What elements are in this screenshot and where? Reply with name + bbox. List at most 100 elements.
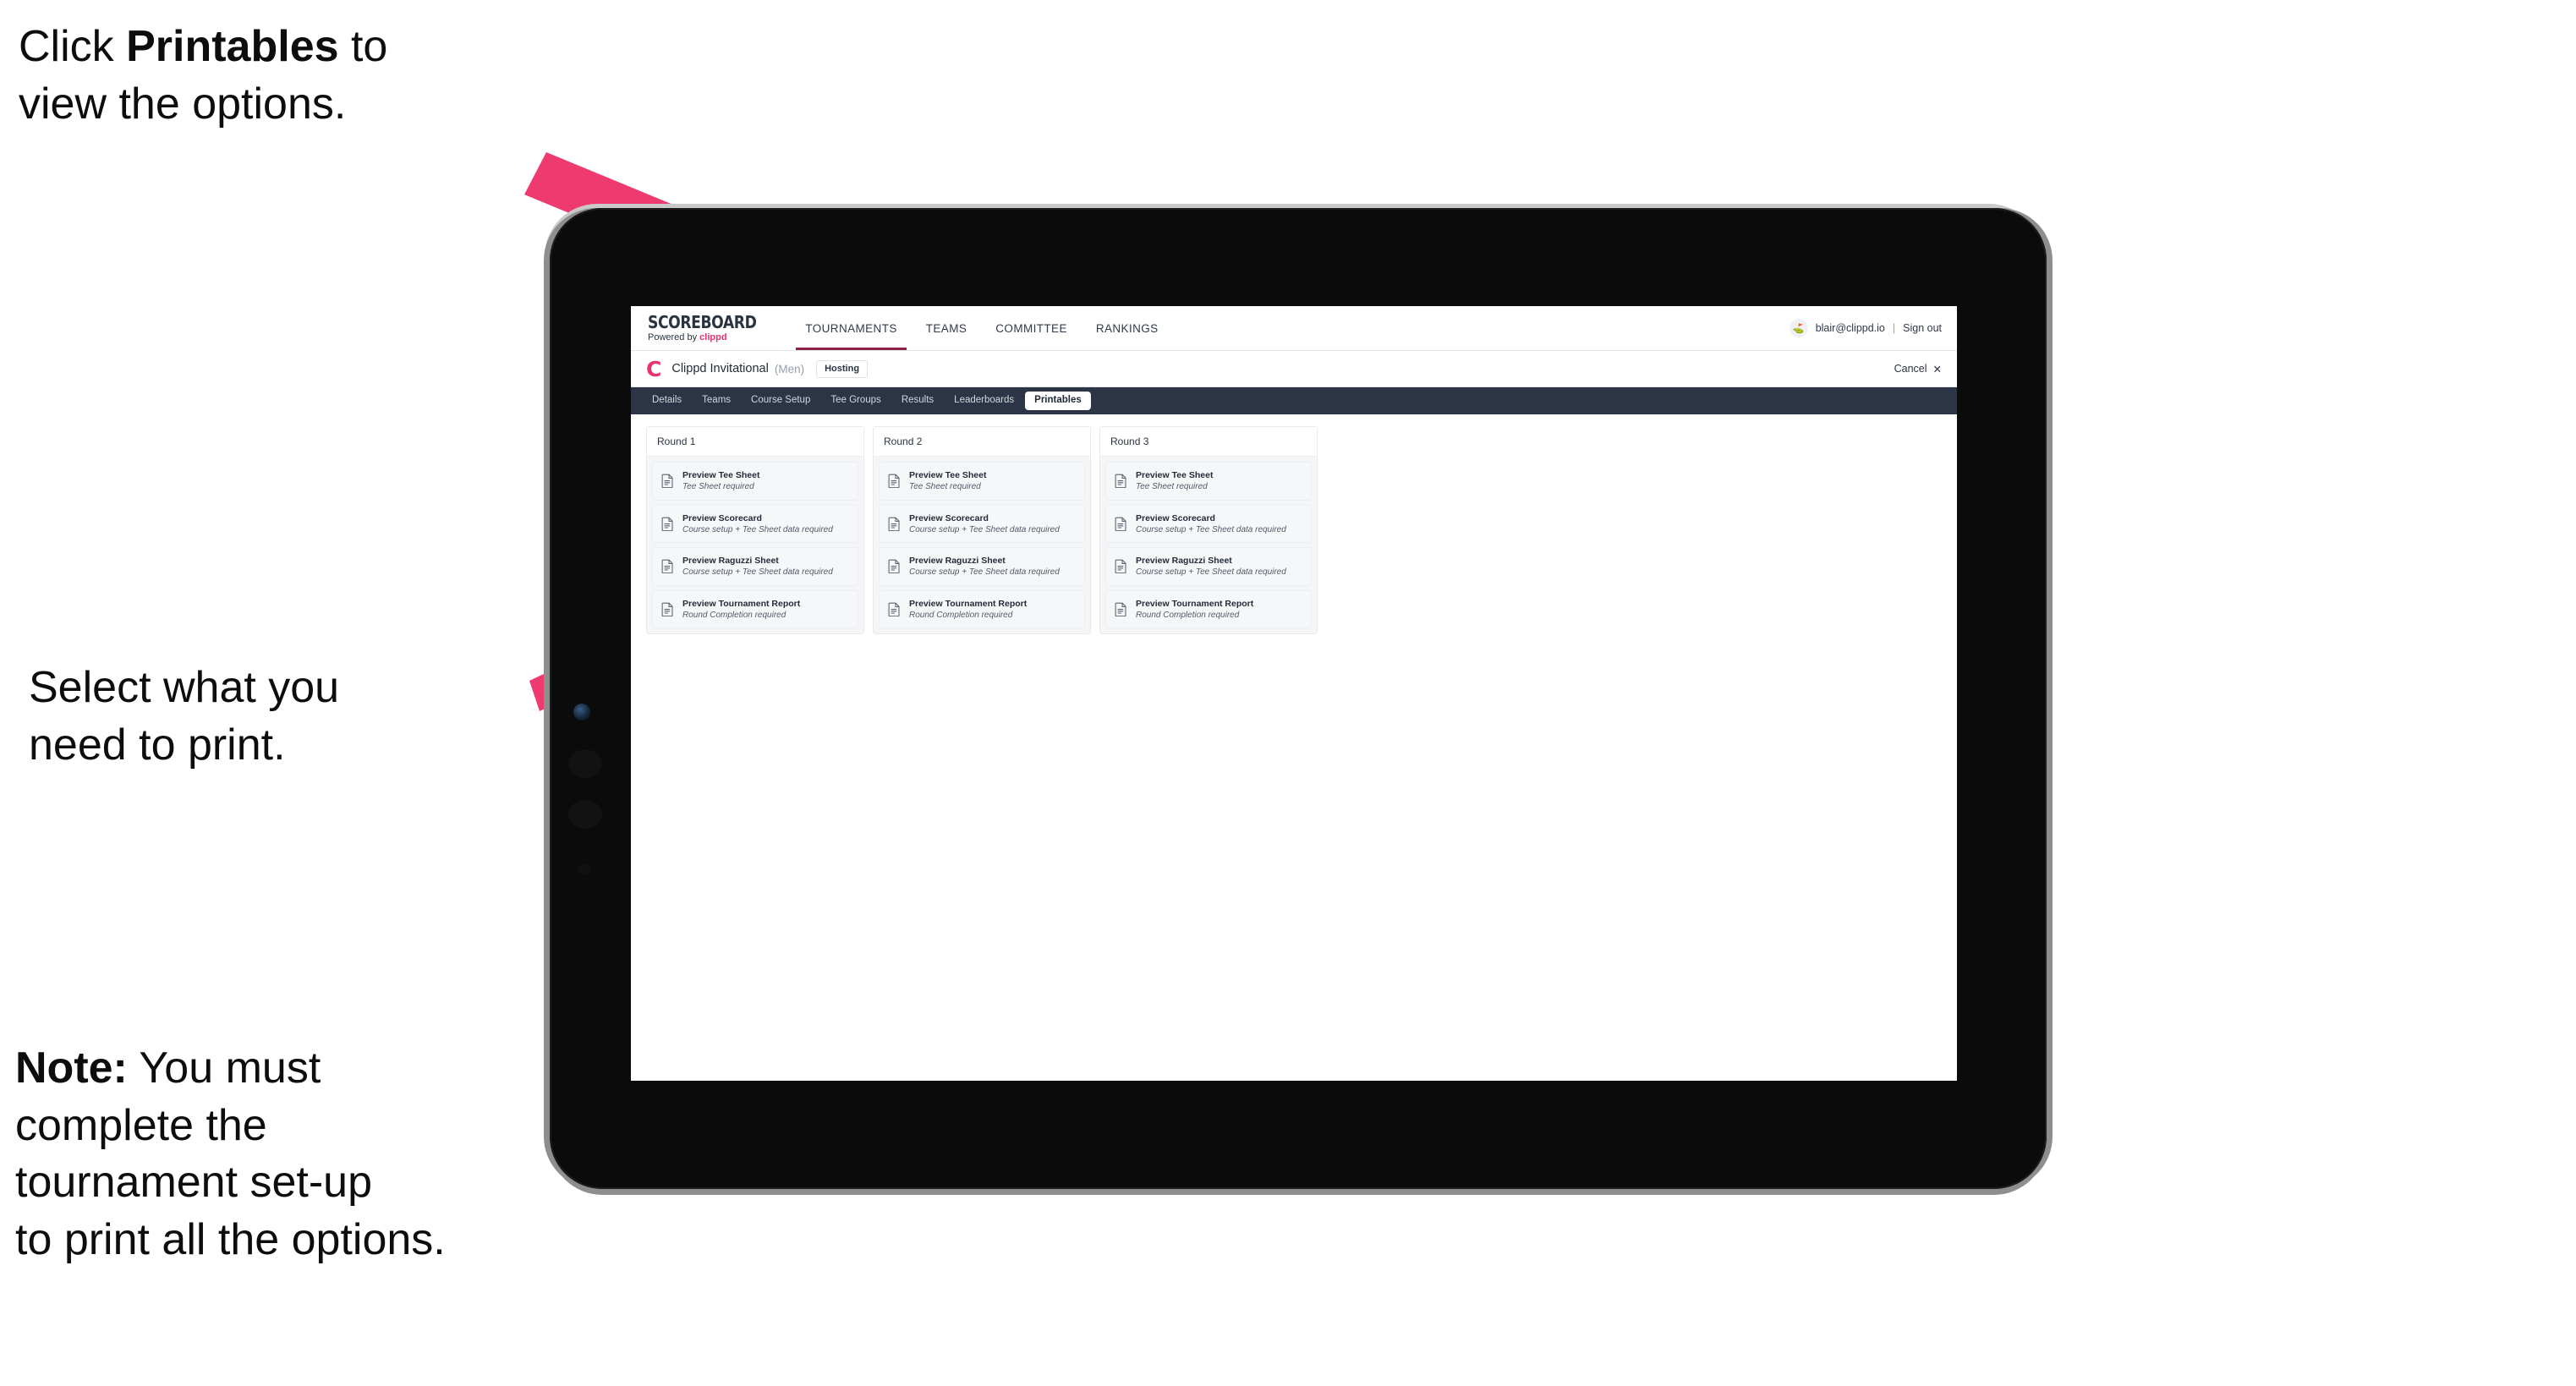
- brand-wordmark: SCOREBOARD: [648, 312, 757, 332]
- tournament-header: C Clippd Invitational (Men) Hosting Canc…: [631, 351, 1957, 387]
- status-badge: Hosting: [816, 359, 869, 378]
- callout-click-printables: Click Printables to view the options.: [19, 19, 594, 133]
- printable-title: Preview Tournament Report: [682, 598, 801, 609]
- header-user-area: ⛳ blair@clippd.io | Sign out: [1789, 306, 1957, 350]
- round-item-list: Preview Tee Sheet Tee Sheet required Pre…: [647, 457, 863, 634]
- document-icon: [1115, 517, 1127, 531]
- printable-title: Preview Raguzzi Sheet: [909, 556, 1006, 567]
- printable-requirement: Course setup + Tee Sheet data required: [682, 567, 833, 578]
- tab-teams[interactable]: Teams: [693, 392, 740, 410]
- printable-item-raguzzi-sheet[interactable]: Preview Raguzzi Sheet Course setup + Tee…: [879, 547, 1085, 586]
- round-title: Round 1: [647, 427, 863, 457]
- printables-panel: Round 1 Preview Tee Sheet Tee Sheet requ…: [631, 414, 1957, 647]
- nav-item-teams[interactable]: TEAMS: [912, 306, 982, 350]
- printable-title: Preview Tee Sheet: [682, 470, 760, 480]
- document-icon: [661, 517, 674, 531]
- printable-title: Preview Scorecard: [909, 512, 989, 523]
- printable-item-scorecard[interactable]: Preview Scorecard Course setup + Tee She…: [652, 504, 858, 544]
- printable-item-tournament-report[interactable]: Preview Tournament Report Round Completi…: [652, 589, 858, 629]
- round-title: Round 3: [1100, 427, 1317, 457]
- powered-by-prefix: Powered by: [648, 332, 700, 342]
- printable-requirement: Course setup + Tee Sheet data required: [1136, 524, 1286, 534]
- app-header: SCOREBOARD Powered by clippd TOURNAMENTS…: [631, 306, 1957, 351]
- scoreboard-logo[interactable]: SCOREBOARD Powered by clippd: [631, 306, 791, 350]
- nav-item-committee[interactable]: COMMITTEE: [981, 306, 1082, 350]
- main-navigation: TOURNAMENTS TEAMS COMMITTEE RANKINGS: [791, 306, 1172, 350]
- brand-powered-by: Powered by clippd: [648, 333, 774, 342]
- printable-requirement: Course setup + Tee Sheet data required: [1136, 567, 1286, 578]
- round-title: Round 2: [874, 427, 1090, 457]
- front-camera-icon: [573, 704, 590, 720]
- sensor-dot-icon: [578, 863, 591, 875]
- printable-item-tee-sheet[interactable]: Preview Tee Sheet Tee Sheet required: [879, 462, 1085, 501]
- clippd-wordmark: clippd: [699, 332, 727, 342]
- tab-tee-groups[interactable]: Tee Groups: [821, 392, 890, 410]
- document-icon: [888, 517, 901, 531]
- printable-item-raguzzi-sheet[interactable]: Preview Raguzzi Sheet Course setup + Tee…: [652, 547, 858, 586]
- callout-1-text-bold: Printables: [126, 22, 339, 71]
- cancel-label: Cancel: [1894, 363, 1927, 375]
- document-icon: [1115, 602, 1127, 616]
- document-icon: [888, 602, 901, 616]
- tab-results[interactable]: Results: [892, 392, 943, 410]
- printable-item-tee-sheet[interactable]: Preview Tee Sheet Tee Sheet required: [652, 462, 858, 501]
- separator: |: [1892, 322, 1896, 334]
- tournament-gender: (Men): [774, 362, 805, 375]
- round-item-list: Preview Tee Sheet Tee Sheet required Pre…: [874, 457, 1090, 634]
- round-column: Round 1 Preview Tee Sheet Tee Sheet requ…: [646, 426, 864, 635]
- tablet-screen: SCOREBOARD Powered by clippd TOURNAMENTS…: [631, 306, 1957, 1081]
- sign-out-button[interactable]: Sign out: [1903, 322, 1942, 334]
- printable-title: Preview Tournament Report: [909, 598, 1028, 609]
- printable-title: Preview Tee Sheet: [909, 470, 987, 480]
- tablet-device: SCOREBOARD Powered by clippd TOURNAMENTS…: [550, 208, 2047, 1189]
- round-column: Round 2 Preview Tee Sheet Tee Sheet requ…: [873, 426, 1091, 635]
- round-item-list: Preview Tee Sheet Tee Sheet required Pre…: [1100, 457, 1317, 634]
- printable-title: Preview Scorecard: [1136, 512, 1215, 523]
- printable-item-tee-sheet[interactable]: Preview Tee Sheet Tee Sheet required: [1105, 462, 1312, 501]
- printable-requirement: Course setup + Tee Sheet data required: [909, 524, 1060, 534]
- printable-item-scorecard[interactable]: Preview Scorecard Course setup + Tee She…: [879, 504, 1085, 544]
- sensor-dot-icon: [568, 749, 602, 778]
- nav-item-rankings[interactable]: RANKINGS: [1082, 306, 1173, 350]
- tab-leaderboards[interactable]: Leaderboards: [945, 392, 1023, 410]
- document-icon: [888, 474, 901, 489]
- printable-title: Preview Tournament Report: [1136, 598, 1254, 609]
- document-icon: [888, 559, 901, 574]
- printable-requirement: Round Completion required: [909, 610, 1013, 620]
- cancel-button[interactable]: Cancel ✕: [1894, 363, 1942, 375]
- sensor-dot-icon: [568, 800, 602, 829]
- printable-item-scorecard[interactable]: Preview Scorecard Course setup + Tee She…: [1105, 504, 1312, 544]
- document-icon: [1115, 474, 1127, 489]
- printable-requirement: Course setup + Tee Sheet data required: [682, 524, 833, 534]
- callout-3-note-label: Note:: [15, 1044, 128, 1093]
- printable-requirement: Tee Sheet required: [682, 482, 754, 492]
- printable-item-tournament-report[interactable]: Preview Tournament Report Round Completi…: [1105, 589, 1312, 629]
- tab-course-setup[interactable]: Course Setup: [742, 392, 819, 410]
- printable-title: Preview Raguzzi Sheet: [1136, 556, 1232, 567]
- document-icon: [661, 559, 674, 574]
- document-icon: [661, 602, 674, 616]
- callout-select-what-to-print: Select what you need to print.: [29, 663, 340, 770]
- user-email: blair@clippd.io: [1815, 322, 1885, 334]
- tab-details[interactable]: Details: [643, 392, 691, 410]
- printable-requirement: Tee Sheet required: [1136, 482, 1208, 492]
- tournament-name: Clippd Invitational: [671, 362, 769, 375]
- printable-title: Preview Raguzzi Sheet: [682, 556, 779, 567]
- printable-item-tournament-report[interactable]: Preview Tournament Report Round Completi…: [879, 589, 1085, 629]
- document-icon: [1115, 559, 1127, 574]
- printable-title: Preview Tee Sheet: [1136, 470, 1214, 480]
- printable-item-raguzzi-sheet[interactable]: Preview Raguzzi Sheet Course setup + Tee…: [1105, 547, 1312, 586]
- close-icon: ✕: [1932, 363, 1942, 375]
- printable-title: Preview Scorecard: [682, 512, 762, 523]
- avatar[interactable]: ⛳: [1789, 319, 1808, 337]
- document-icon: [661, 474, 674, 489]
- tab-printables[interactable]: Printables: [1025, 392, 1091, 410]
- callout-1-text-a: Click: [19, 22, 127, 71]
- clippd-c-icon: C: [646, 356, 662, 381]
- printable-requirement: Round Completion required: [1136, 610, 1240, 620]
- printable-requirement: Tee Sheet required: [909, 482, 981, 492]
- nav-item-tournaments[interactable]: TOURNAMENTS: [791, 306, 911, 350]
- printable-requirement: Round Completion required: [682, 610, 787, 620]
- round-column: Round 3 Preview Tee Sheet Tee Sheet requ…: [1099, 426, 1318, 635]
- printable-requirement: Course setup + Tee Sheet data required: [909, 567, 1060, 578]
